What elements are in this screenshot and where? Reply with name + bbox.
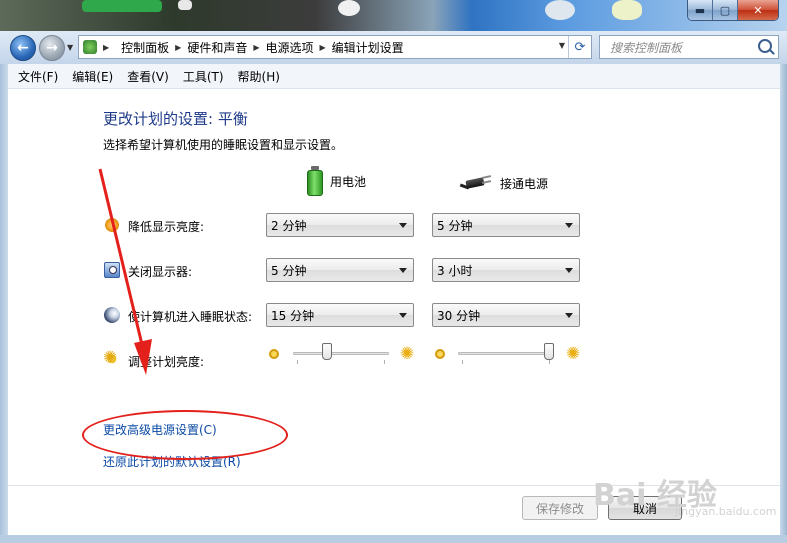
column-header-plugged: 接通电源 (459, 173, 549, 193)
brightness-high-icon: ✺ (565, 344, 581, 364)
brightness-low-icon (435, 349, 445, 359)
search-box[interactable]: 搜索控制面板 (599, 35, 779, 59)
breadcrumb-label: 编辑计划设置 (331, 40, 404, 55)
slider-tick (462, 360, 463, 364)
annotation-arrow-head (134, 339, 152, 375)
minimize-button[interactable]: ▬ (688, 0, 712, 20)
chevron-right-icon: ▶ (319, 42, 326, 52)
chevron-right-icon: ▶ (175, 42, 182, 52)
sleep-plugged-select[interactable]: 30 分钟 (432, 303, 580, 327)
breadcrumb-separator[interactable]: ▶ (103, 43, 115, 52)
breadcrumb-item[interactable]: ▶ 硬件和声音 (175, 39, 247, 56)
menu-tools[interactable]: 工具(T) (183, 68, 224, 85)
background-blob (82, 0, 162, 12)
background-blob (545, 0, 575, 20)
maximize-icon: ▢ (719, 3, 731, 17)
search-input[interactable]: 搜索控制面板 (610, 39, 682, 56)
select-value: 5 分钟 (437, 218, 473, 233)
baidu-watermark-url: jingyan.baidu.com (675, 505, 777, 518)
column-header-battery: 用电池 (306, 166, 366, 196)
brightness-low-icon (269, 349, 279, 359)
select-value: 2 分钟 (271, 218, 307, 233)
menu-edit[interactable]: 编辑(E) (72, 68, 113, 85)
breadcrumb-label: 控制面板 (121, 40, 170, 55)
menu-help[interactable]: 帮助(H) (238, 68, 280, 85)
breadcrumb-item[interactable]: ▶ 电源选项 (253, 39, 313, 56)
slider-track (293, 352, 389, 355)
page-subtitle: 选择希望计算机使用的睡眠设置和显示设置。 (103, 138, 344, 152)
window-frame-right (780, 64, 787, 543)
slider-thumb[interactable] (322, 343, 333, 360)
power-plug-icon (459, 173, 492, 193)
annotation-arrow (98, 168, 152, 375)
window-frame-left (0, 64, 8, 543)
forward-button[interactable]: → (39, 35, 65, 61)
display-off-battery-select[interactable]: 5 分钟 (266, 258, 414, 282)
column-battery-label: 用电池 (330, 174, 367, 189)
column-plugged-label: 接通电源 (500, 176, 549, 191)
dropdown-arrow-icon (565, 312, 573, 318)
select-value: 5 分钟 (271, 263, 307, 278)
select-value: 15 分钟 (271, 308, 315, 323)
address-bar[interactable]: ▶ 控制面板 ▶ 硬件和声音 ▶ 电源选项 ▶ 编辑计划设置 ▼ ⟳ (78, 35, 592, 59)
close-button[interactable]: ✕ (737, 0, 778, 20)
chevron-right-icon: ▶ (103, 42, 110, 52)
slider-tick (384, 360, 385, 364)
back-button[interactable]: ← (10, 35, 36, 61)
address-history-dropdown[interactable]: ▼ (559, 41, 565, 50)
sleep-battery-select[interactable]: 15 分钟 (266, 303, 414, 327)
dim-battery-select[interactable]: 2 分钟 (266, 213, 414, 237)
dim-plugged-select[interactable]: 5 分钟 (432, 213, 580, 237)
brightness-battery-slider[interactable] (293, 342, 389, 366)
save-changes-button[interactable]: 保存修改 (522, 496, 598, 520)
minimize-icon: ▬ (694, 3, 706, 17)
slider-tick (297, 360, 298, 364)
breadcrumb-label: 硬件和声音 (187, 40, 248, 55)
background-blob (338, 0, 360, 16)
title-bar: ▬ ▢ ✕ (0, 0, 787, 31)
breadcrumb-item[interactable]: ▶ 编辑计划设置 (320, 39, 404, 56)
slider-thumb[interactable] (544, 343, 554, 360)
brightness-high-icon: ✺ (399, 344, 415, 364)
page-title: 更改计划的设置: 平衡 (103, 110, 248, 128)
refresh-button[interactable]: ⟳ (568, 36, 591, 58)
window-frame-bottom (0, 535, 787, 543)
search-icon[interactable] (758, 39, 772, 53)
breadcrumb-label: 电源选项 (265, 40, 314, 55)
breadcrumb-item[interactable]: 控制面板 (121, 39, 169, 56)
select-value: 30 分钟 (437, 308, 481, 323)
dropdown-arrow-icon (399, 222, 407, 228)
background-blob (178, 0, 192, 10)
close-icon: ✕ (753, 3, 763, 17)
maximize-button[interactable]: ▢ (712, 0, 737, 20)
slider-track (458, 352, 554, 355)
control-panel-icon (83, 40, 97, 54)
refresh-icon: ⟳ (574, 39, 586, 55)
background-blob (612, 0, 642, 20)
recent-pages-dropdown[interactable]: ▼ (67, 43, 73, 52)
dropdown-arrow-icon (565, 267, 573, 273)
display-off-plugged-select[interactable]: 3 小时 (432, 258, 580, 282)
brightness-plugged-slider[interactable] (458, 342, 554, 366)
menu-file[interactable]: 文件(F) (18, 68, 58, 85)
slider-tick (549, 360, 550, 364)
select-value: 3 小时 (437, 263, 473, 278)
dropdown-arrow-icon (399, 312, 407, 318)
window-controls: ▬ ▢ ✕ (687, 0, 779, 21)
menu-view[interactable]: 查看(V) (127, 68, 169, 85)
arrow-left-icon: ← (17, 40, 29, 56)
battery-icon (306, 166, 324, 196)
dropdown-arrow-icon (399, 267, 407, 273)
menu-bar: 文件(F) 编辑(E) 查看(V) 工具(T) 帮助(H) (8, 64, 780, 89)
dropdown-arrow-icon (565, 222, 573, 228)
annotation-arrow-shaft (98, 168, 146, 354)
arrow-right-icon: → (46, 40, 58, 56)
navigation-bar: ← → ▼ ▶ 控制面板 ▶ 硬件和声音 ▶ 电源选项 ▶ 编辑计划设置 ▼ ⟳ 搜索… (0, 31, 787, 64)
annotation-ellipse (82, 410, 288, 460)
main-content: 更改计划的设置: 平衡 选择希望计算机使用的睡眠设置和显示设置。 用电池 接通电… (8, 89, 780, 485)
chevron-right-icon: ▶ (253, 42, 260, 52)
